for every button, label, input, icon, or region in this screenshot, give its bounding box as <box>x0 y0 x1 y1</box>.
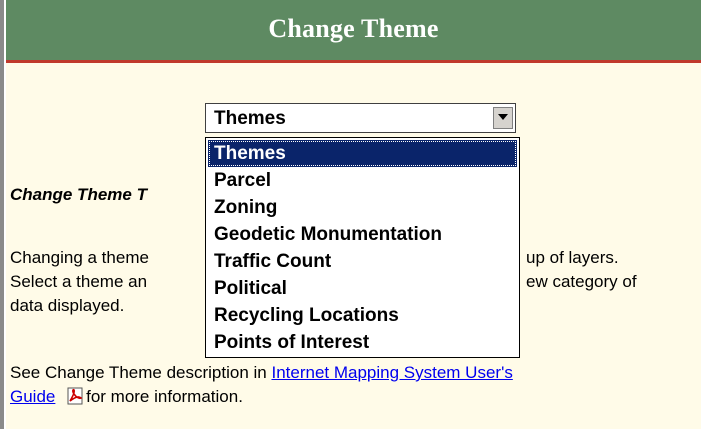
change-theme-panel: Change Theme Change Theme T Changing a t… <box>6 0 701 429</box>
dropdown-arrow-button[interactable] <box>493 107 513 129</box>
theme-select[interactable]: Themes <box>205 103 516 133</box>
tips-line2-right: ew category of <box>526 272 637 291</box>
user-guide-link[interactable]: Internet Mapping System User's <box>271 363 512 382</box>
tips-heading: Change Theme T <box>10 185 147 204</box>
pdf-icon[interactable] <box>66 387 84 405</box>
theme-option-zoning[interactable]: Zoning <box>208 194 517 221</box>
theme-option-traffic-count[interactable]: Traffic Count <box>208 248 517 275</box>
user-guide-link-continued[interactable]: Guide <box>10 387 55 406</box>
theme-option-political[interactable]: Political <box>208 275 517 302</box>
theme-select-value: Themes <box>214 108 286 129</box>
see-also-prefix: See Change Theme description in <box>10 363 272 382</box>
theme-option-geodetic-monumentation[interactable]: Geodetic Monumentation <box>208 221 517 248</box>
chevron-down-icon <box>498 114 508 120</box>
tips-line1-right: up of layers. <box>526 248 619 267</box>
theme-option-points-of-interest[interactable]: Points of Interest <box>208 329 517 356</box>
panel-header: Change Theme <box>6 0 701 63</box>
theme-option-themes[interactable]: Themes <box>208 140 517 167</box>
theme-option-parcel[interactable]: Parcel <box>208 167 517 194</box>
theme-option-recycling-locations[interactable]: Recycling Locations <box>208 302 517 329</box>
window-left-border <box>0 0 4 429</box>
tips-line1-left: Changing a theme <box>10 248 149 267</box>
theme-dropdown-list[interactable]: Themes Parcel Zoning Geodetic Monumentat… <box>205 137 520 358</box>
tips-line3: data displayed. <box>10 296 125 315</box>
panel-title: Change Theme <box>268 14 439 43</box>
see-also-line2: Guide for more information. <box>10 387 243 407</box>
tips-line2-left: Select a theme an <box>10 272 148 291</box>
see-also-line1: See Change Theme description in Internet… <box>10 363 513 383</box>
see-also-suffix: for more information. <box>81 387 243 406</box>
